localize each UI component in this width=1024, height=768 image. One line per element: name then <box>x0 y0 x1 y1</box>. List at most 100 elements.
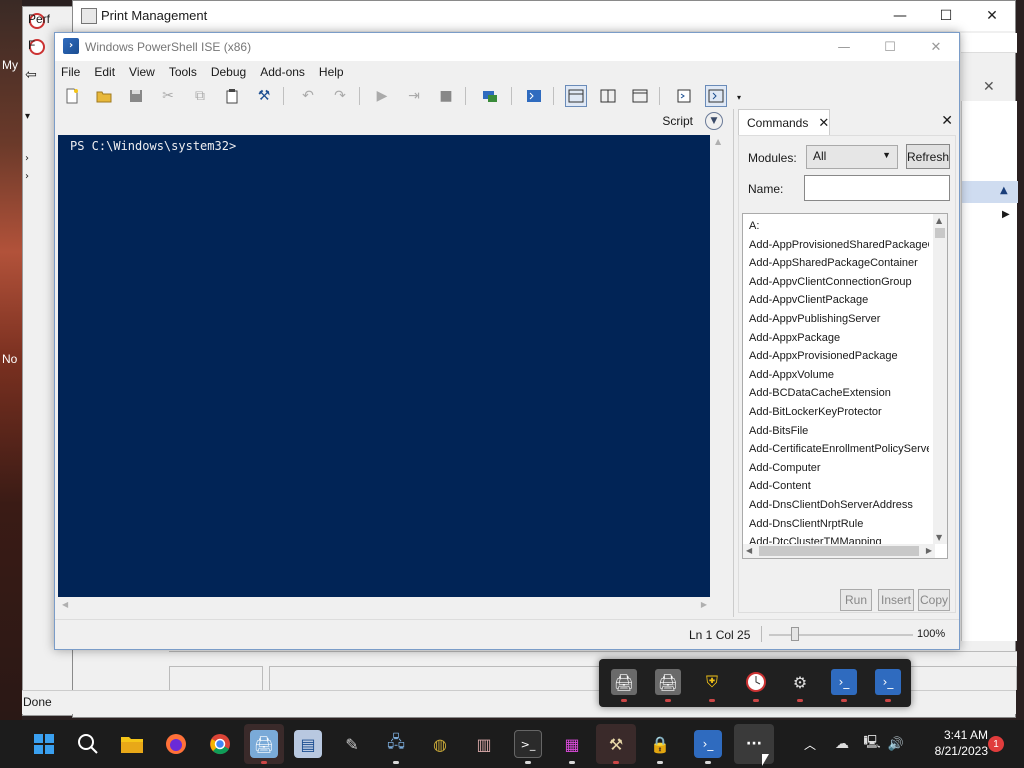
commands-list-horizontal-scrollbar[interactable]: ◀ ▶ <box>743 544 935 558</box>
command-list-item[interactable]: Add-AppProvisionedSharedPackageC <box>749 236 929 255</box>
run-script-icon[interactable]: ▶ <box>371 85 393 107</box>
menu-addons[interactable]: Add-ons <box>260 65 305 79</box>
printer-app-icon[interactable]: 🖨 <box>611 669 637 695</box>
expand-arrow-icon[interactable]: ▶ <box>1002 209 1010 220</box>
command-list-item[interactable]: Add-Content <box>749 477 929 496</box>
redo-icon[interactable]: ↷ <box>329 85 351 107</box>
pane-close-icon[interactable]: ✕ <box>983 79 995 95</box>
command-list-item[interactable]: A: <box>749 217 929 236</box>
back-arrow-icon[interactable]: ⇦ <box>25 67 43 85</box>
refresh-button[interactable]: Refresh <box>906 144 950 169</box>
commands-tab[interactable]: Commands ✕ <box>738 109 830 135</box>
close-button[interactable]: ✕ <box>969 1 1015 31</box>
command-list-item[interactable]: Add-AppvClientConnectionGroup <box>749 273 929 292</box>
start-powershell-icon[interactable] <box>523 85 545 107</box>
windows-start-icon[interactable] <box>30 730 58 758</box>
zoom-slider-thumb[interactable] <box>791 627 800 641</box>
powershell-app-icon-2[interactable]: ›_ <box>875 669 901 695</box>
clock[interactable]: 3:41 AM 8/21/2023 <box>906 727 988 759</box>
powershell-taskbar-icon[interactable]: ›_ <box>694 730 722 758</box>
name-input[interactable] <box>804 175 950 201</box>
menu-debug[interactable]: Debug <box>211 65 246 79</box>
device-manager-icon[interactable]: ⚒ <box>602 730 630 758</box>
archive-app-icon[interactable]: ▥ <box>470 730 498 758</box>
search-icon[interactable] <box>74 730 102 758</box>
network-app-icon[interactable]: 🖧 <box>382 730 410 758</box>
notification-badge[interactable]: 1 <box>988 736 1004 752</box>
chevron-down-icon[interactable]: ▼ <box>705 112 723 130</box>
collapse-up-icon[interactable]: ▲ <box>1000 185 1008 196</box>
show-script-pane-icon[interactable] <box>673 85 695 107</box>
globe-app-icon[interactable]: ◍ <box>426 730 454 758</box>
remote-powershell-icon[interactable] <box>479 85 501 107</box>
insert-button[interactable]: Insert <box>878 589 914 611</box>
command-list-item[interactable]: Add-DnsClientNrptRule <box>749 515 929 534</box>
actions-header[interactable]: ▲ <box>962 181 1018 203</box>
ise-close-button[interactable]: ✕ <box>913 33 959 61</box>
new-file-icon[interactable] <box>61 85 83 107</box>
firefox-icon[interactable] <box>162 730 190 758</box>
save-icon[interactable] <box>125 85 147 107</box>
command-list-item[interactable]: Add-AppxPackage <box>749 329 929 348</box>
show-commands-icon[interactable] <box>705 85 727 107</box>
cut-icon[interactable]: ✂ <box>157 85 179 107</box>
toolbar-overflow-icon[interactable]: ▾ <box>737 93 741 102</box>
commands-list[interactable]: A: Add-AppProvisionedSharedPackageC Add-Ap… <box>742 213 948 559</box>
menu-tools[interactable]: Tools <box>169 65 197 79</box>
copy-icon[interactable]: ⧉ <box>189 85 211 107</box>
ise-maximize-button[interactable]: ☐ <box>867 33 913 61</box>
terminal-icon[interactable]: >_ <box>514 730 542 758</box>
print-management-taskbar-icon[interactable]: 🖨 <box>250 730 278 758</box>
shield-icon[interactable]: ⛨ <box>699 669 725 695</box>
scroll-up-icon[interactable]: ▲ <box>936 216 942 225</box>
menu-help[interactable]: Help <box>319 65 344 79</box>
layout-right-icon[interactable] <box>597 85 619 107</box>
run-selection-icon[interactable]: ⇥ <box>403 85 425 107</box>
scroll-left-icon[interactable]: ◀ <box>62 600 68 609</box>
command-list-item[interactable]: Add-BitLockerKeyProtector <box>749 403 929 422</box>
clear-console-icon[interactable]: ⚒ <box>253 85 275 107</box>
copy-button[interactable]: Copy <box>918 589 950 611</box>
layout-maximized-icon[interactable] <box>629 85 651 107</box>
open-folder-icon[interactable] <box>93 85 115 107</box>
close-commands-icon[interactable]: ✕ <box>941 113 953 129</box>
command-list-item[interactable]: Add-AppvClientPackage <box>749 291 929 310</box>
command-list-item[interactable]: Add-BitsFile <box>749 422 929 441</box>
powershell-app-icon[interactable]: ›_ <box>831 669 857 695</box>
modules-select[interactable]: All ▼ <box>806 145 898 169</box>
scroll-right-icon[interactable]: ▶ <box>926 546 932 555</box>
chrome-icon[interactable] <box>206 730 234 758</box>
run-button[interactable]: Run <box>840 589 872 611</box>
scroll-left-icon[interactable]: ◀ <box>746 546 752 555</box>
xml-notepad-icon[interactable]: ✎ <box>338 730 366 758</box>
app-grid-icon[interactable]: ▦ <box>558 730 586 758</box>
scroll-right-icon[interactable]: ▶ <box>701 600 707 609</box>
script-label[interactable]: Script <box>662 114 693 128</box>
clock-icon[interactable] <box>743 669 769 695</box>
console-horizontal-scrollbar[interactable]: ◀ ▶ <box>58 597 727 614</box>
command-list-item[interactable]: Add-AppxVolume <box>749 366 929 385</box>
ise-minimize-button[interactable]: — <box>821 33 867 61</box>
menu-view[interactable]: View <box>129 65 155 79</box>
chevron-up-icon[interactable]: ︿ <box>796 730 824 758</box>
file-explorer-icon[interactable] <box>118 730 146 758</box>
printer-app-icon-2[interactable]: 🖨 <box>655 669 681 695</box>
document-app-icon[interactable]: ▤ <box>294 730 322 758</box>
minimize-button[interactable]: — <box>877 1 923 31</box>
command-list-item[interactable]: Add-DnsClientDohServerAddress <box>749 496 929 515</box>
scroll-down-icon[interactable]: ▼ <box>936 533 942 542</box>
print-management-titlebar[interactable]: Print Management — ☐ ✕ <box>73 1 1015 31</box>
chevron-down-icon[interactable]: ▾ <box>25 111 30 122</box>
scroll-up-icon[interactable]: ▲ <box>715 137 721 146</box>
command-list-item[interactable]: Add-CertificateEnrollmentPolicyServe <box>749 440 929 459</box>
command-list-item[interactable]: Add-AppxProvisionedPackage <box>749 347 929 366</box>
command-list-item[interactable]: Add-Computer <box>749 459 929 478</box>
chevron-right-icon[interactable]: › <box>25 153 29 164</box>
command-list-item[interactable]: Add-AppSharedPackageContainer <box>749 254 929 273</box>
console-vertical-scrollbar[interactable]: ▲ <box>710 135 727 597</box>
tools-icon[interactable]: ⚙ <box>787 669 813 695</box>
close-tab-icon[interactable]: ✕ <box>818 115 829 131</box>
menu-file[interactable]: File <box>61 65 80 79</box>
undo-icon[interactable]: ↶ <box>297 85 319 107</box>
chevron-right-icon-2[interactable]: › <box>25 171 29 182</box>
